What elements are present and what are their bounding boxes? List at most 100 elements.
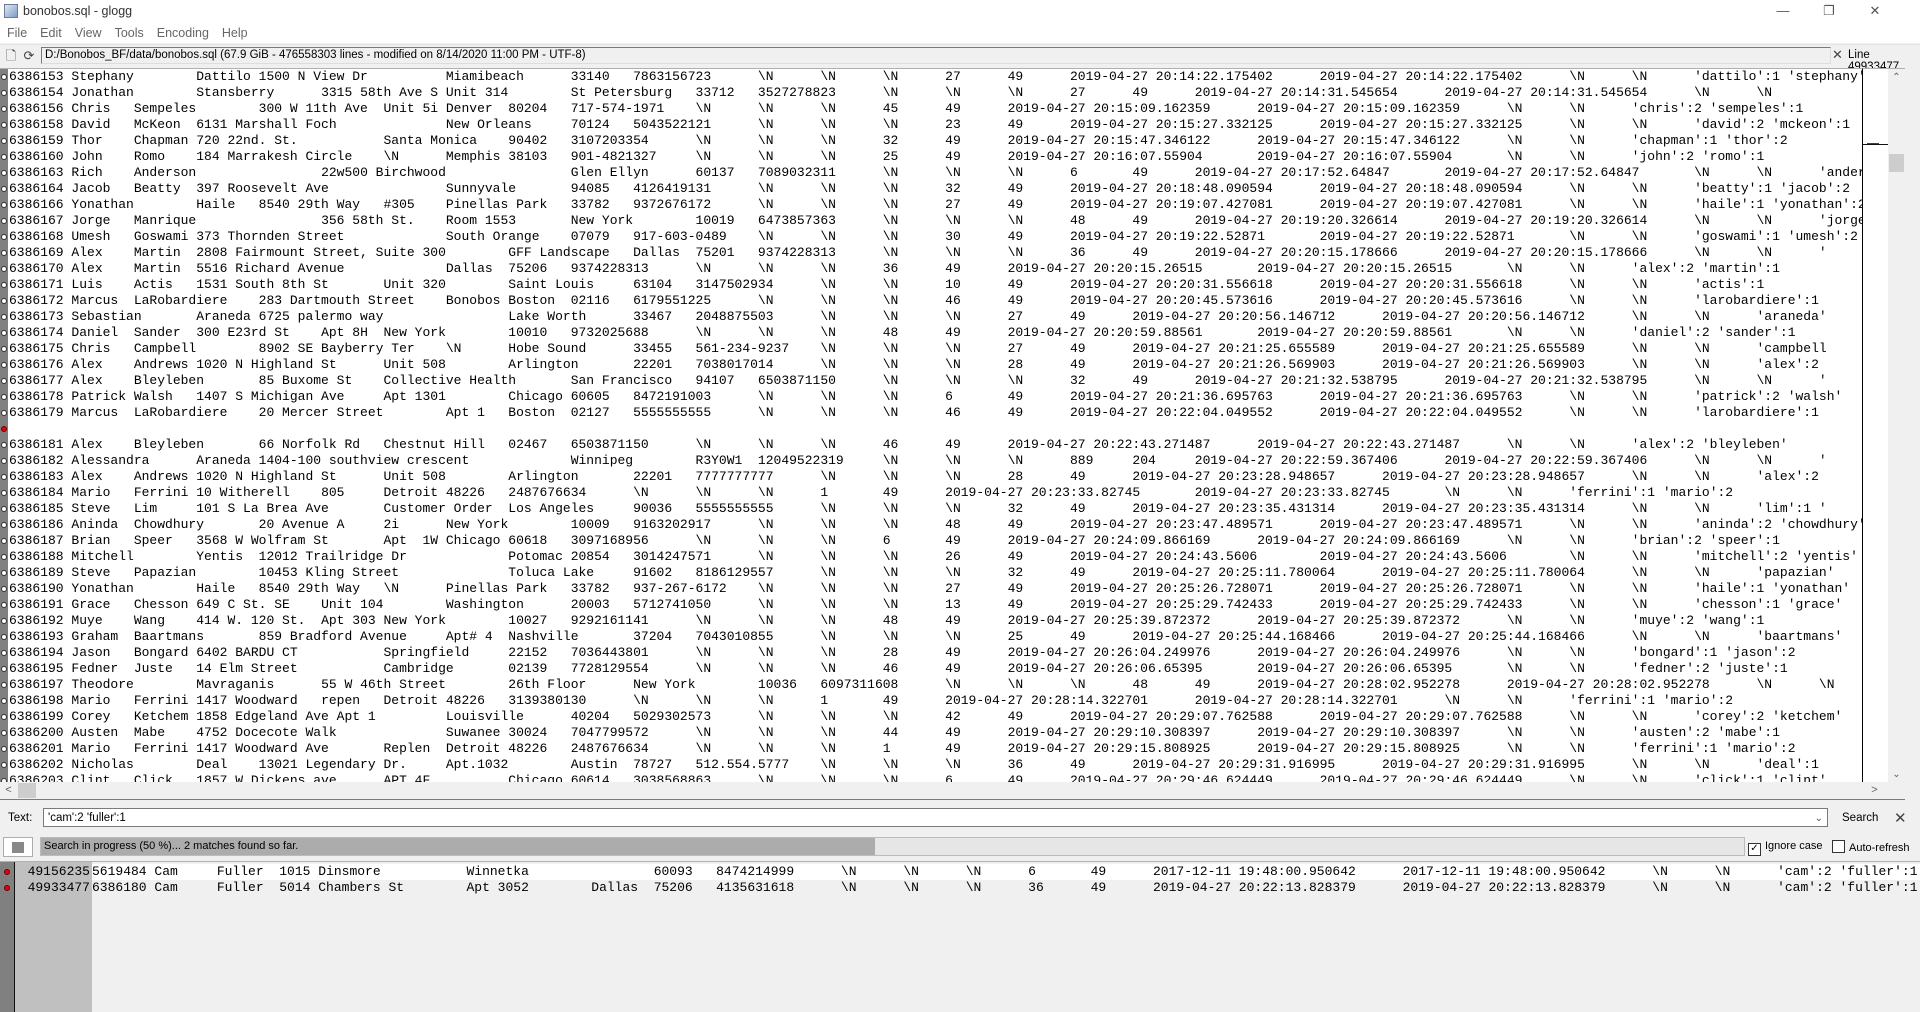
line-mark-icon[interactable]	[1, 506, 7, 512]
toolbar: 🗋 ⟳ D:/Bonobos_BF/data/bonobos.sql (67.9…	[0, 44, 1920, 73]
log-line-text: 6386167 Jorge Manrique 356 58th St. Room…	[9, 213, 1862, 228]
line-mark-icon[interactable]	[1, 618, 7, 624]
vertical-scroll-thumb[interactable]	[1889, 154, 1904, 172]
line-mark-icon[interactable]	[1, 522, 7, 528]
scroll-left-icon[interactable]: <	[0, 782, 17, 799]
line-mark-icon[interactable]	[1, 730, 7, 736]
log-view[interactable]: 6386153 Stephany Dattilo 1500 N View Dr …	[0, 68, 1862, 783]
log-line-text: 6386182 Alessandra Araneda 1404-100 sout…	[9, 453, 1827, 468]
line-mark-icon[interactable]	[1, 122, 7, 128]
log-line-text: 6386193 Graham Baartmans 859 Bradford Av…	[9, 629, 1843, 644]
line-mark-icon[interactable]	[1, 602, 7, 608]
stop-search-button[interactable]	[3, 837, 33, 857]
match-mark-icon[interactable]	[4, 869, 10, 875]
menu-help[interactable]: Help	[216, 24, 254, 43]
log-line-text: 6386154 Jonathan Stansberry 3315 58th Av…	[9, 85, 1773, 100]
log-line-text: 6386184 Mario Ferrini 10 Witherell 805 D…	[9, 485, 1734, 500]
log-line-text: 6386189 Steve Papazian 10453 Kling Stree…	[9, 565, 1835, 580]
line-mark-icon[interactable]	[1, 554, 7, 560]
search-text-label: Text:	[8, 812, 33, 824]
file-info-field: D:/Bonobos_BF/data/bonobos.sql (67.9 GiB…	[41, 47, 1831, 64]
menu-encoding[interactable]: Encoding	[151, 24, 215, 43]
line-mark-icon[interactable]	[1, 74, 7, 80]
line-mark-icon[interactable]	[1, 666, 7, 672]
line-mark-icon[interactable]	[1, 474, 7, 480]
line-mark-icon[interactable]	[1, 314, 7, 320]
line-mark-icon[interactable]	[1, 266, 7, 272]
menu-tools[interactable]: Tools	[109, 24, 150, 43]
line-mark-icon[interactable]	[1, 202, 7, 208]
horizontal-scroll-thumb[interactable]	[18, 783, 36, 798]
line-mark-icon[interactable]	[1, 234, 7, 240]
vertical-scrollbar[interactable]: ⌃ ⌄	[1888, 68, 1905, 783]
ignore-case-checkbox[interactable]: ✓ Ignore case	[1748, 840, 1822, 856]
horizontal-scrollbar[interactable]: < >	[0, 782, 1905, 800]
line-mark-icon[interactable]	[1, 298, 7, 304]
auto-refresh-checkbox[interactable]: Auto-refresh	[1832, 840, 1910, 854]
close-search-icon[interactable]: ✕	[1894, 809, 1907, 827]
match-mark-icon[interactable]	[1, 426, 7, 432]
title-bar: bonobos.sql - glogg — ❐ ✕	[0, 0, 1920, 24]
filtered-results-view[interactable]: 49156235 5619484 Cam Fuller 1015 Dinsmore…	[0, 861, 1920, 1012]
overview-current-line	[1863, 144, 1889, 145]
log-line-text: 6386186 Aninda Chowdhury 20 Avenue A 2i …	[9, 517, 1862, 532]
line-mark-icon[interactable]	[1, 634, 7, 640]
line-mark-icon[interactable]	[1, 570, 7, 576]
line-mark-icon[interactable]	[1, 698, 7, 704]
line-mark-icon[interactable]	[1, 410, 7, 416]
line-mark-icon[interactable]	[1, 682, 7, 688]
overview-bar[interactable]	[1862, 68, 1889, 783]
file-open-icon[interactable]: 🗋	[3, 48, 19, 64]
line-mark-icon[interactable]	[1, 250, 7, 256]
ignore-case-label: Ignore case	[1765, 840, 1823, 852]
line-mark-icon[interactable]	[1, 394, 7, 400]
minimize-button[interactable]: —	[1760, 0, 1806, 24]
close-file-icon[interactable]: ✕	[1832, 47, 1843, 63]
log-line-text: 6386200 Austen Mabe 4752 Docecote Walk S…	[9, 725, 1780, 740]
menu-edit[interactable]: Edit	[34, 24, 68, 43]
line-mark-icon[interactable]	[1, 586, 7, 592]
line-mark-icon[interactable]	[1, 714, 7, 720]
result-line-number: 49933477	[27, 880, 90, 895]
line-mark-icon[interactable]	[1, 346, 7, 352]
line-mark-icon[interactable]	[1, 650, 7, 656]
close-window-button[interactable]: ✕	[1852, 0, 1898, 24]
line-mark-icon[interactable]	[1, 106, 7, 112]
log-line-text: 6386185 Steve Lim 101 S La Brea Ave Cust…	[9, 501, 1827, 516]
line-mark-icon[interactable]	[1, 330, 7, 336]
search-input[interactable]: 'cam':2 'fuller':1 ⌄	[43, 808, 1828, 827]
maximize-button[interactable]: ❐	[1806, 0, 1852, 24]
line-mark-icon[interactable]	[1, 170, 7, 176]
line-mark-icon[interactable]	[1, 378, 7, 384]
log-line-text: 6386163 Rich Anderson 22w500 Birchwood G…	[9, 165, 1862, 180]
scroll-down-icon[interactable]: ⌄	[1888, 766, 1905, 783]
menu-file[interactable]: File	[1, 24, 33, 43]
result-line-number: 49156235	[27, 864, 90, 879]
log-line-text: 6386175 Chris Campbell 8902 SE Bayberry …	[9, 341, 1827, 356]
line-mark-icon[interactable]	[1, 186, 7, 192]
log-line-text: 6386181 Alex Bleyleben 66 Norfolk Rd Che…	[9, 437, 1788, 452]
line-mark-icon[interactable]	[1, 282, 7, 288]
chevron-down-icon[interactable]: ⌄	[1815, 809, 1823, 828]
log-line-text: 6386172 Marcus LaRobardiere 283 Dartmout…	[9, 293, 1819, 308]
line-mark-icon[interactable]	[1, 490, 7, 496]
menu-view[interactable]: View	[69, 24, 108, 43]
line-mark-icon[interactable]	[1, 90, 7, 96]
line-mark-icon[interactable]	[1, 538, 7, 544]
scroll-right-icon[interactable]: >	[1866, 782, 1883, 799]
result-row[interactable]: 49156235 5619484 Cam Fuller 1015 Dinsmore…	[0, 864, 1920, 880]
reload-icon[interactable]: ⟳	[21, 48, 37, 64]
search-button[interactable]: Search	[1842, 812, 1878, 824]
match-mark-icon[interactable]	[4, 885, 10, 891]
scroll-up-icon[interactable]: ⌃	[1888, 69, 1905, 86]
line-mark-icon[interactable]	[1, 154, 7, 160]
result-row[interactable]: 49933477 6386180 Cam Fuller 5014 Chambers…	[0, 880, 1920, 896]
line-mark-icon[interactable]	[1, 218, 7, 224]
line-mark-icon[interactable]	[1, 442, 7, 448]
line-mark-icon[interactable]	[1, 762, 7, 768]
line-mark-icon[interactable]	[1, 138, 7, 144]
line-mark-icon[interactable]	[1, 458, 7, 464]
log-line-text: 6386202 Nicholas Deal 13021 Legendary Dr…	[9, 757, 1819, 772]
line-mark-icon[interactable]	[1, 746, 7, 752]
line-mark-icon[interactable]	[1, 362, 7, 368]
